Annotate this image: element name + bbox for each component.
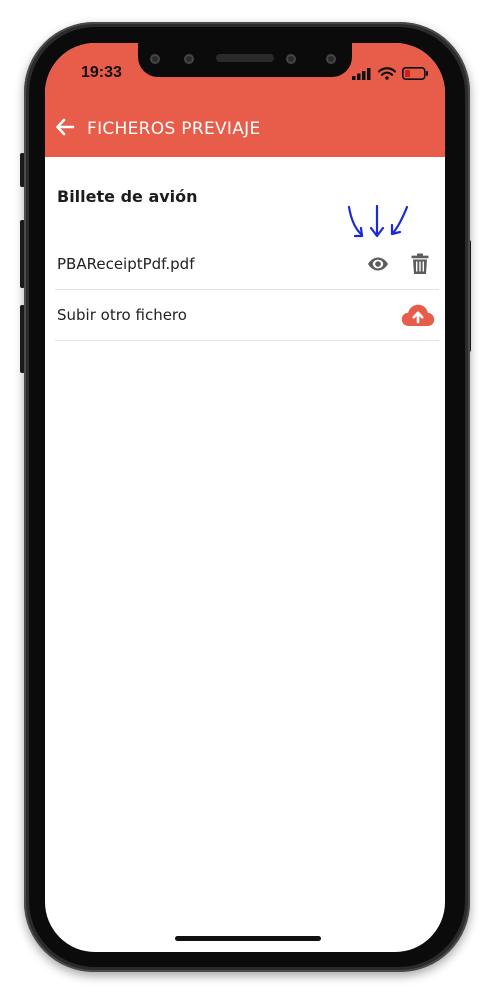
eye-icon[interactable] (367, 257, 389, 271)
screen: 19:33 FICHEROS PREVIAJE Billete de avión… (45, 43, 445, 952)
toolbar: FICHEROS PREVIAJE (45, 109, 445, 149)
wifi-icon (377, 65, 397, 84)
back-button[interactable] (53, 117, 77, 141)
file-actions (367, 239, 439, 289)
battery-low-icon (402, 65, 429, 84)
page-title: FICHEROS PREVIAJE (87, 119, 261, 139)
file-name: PBAReceiptPdf.pdf (57, 255, 195, 273)
camera-dot (150, 54, 160, 64)
sensor-dot (286, 54, 296, 64)
upload-actions (401, 290, 439, 340)
status-icons (352, 65, 429, 84)
phone-mockup: 19:33 FICHEROS PREVIAJE Billete de avión… (0, 0, 495, 1000)
signal-icon (352, 65, 372, 84)
section-title: Billete de avión (57, 187, 198, 206)
home-indicator[interactable] (175, 936, 321, 941)
cloud-upload-icon[interactable] (401, 304, 435, 327)
status-time: 19:33 (81, 64, 122, 81)
sensor-dot (184, 54, 194, 64)
upload-label: Subir otro fichero (57, 306, 187, 324)
trash-icon[interactable] (411, 253, 429, 275)
speaker-grille (216, 54, 274, 62)
upload-file-button[interactable]: Subir otro fichero (55, 290, 439, 341)
notch (138, 43, 352, 77)
list-item[interactable]: PBAReceiptPdf.pdf (55, 239, 439, 290)
arrow-left-icon (55, 117, 75, 141)
front-camera (326, 54, 336, 64)
